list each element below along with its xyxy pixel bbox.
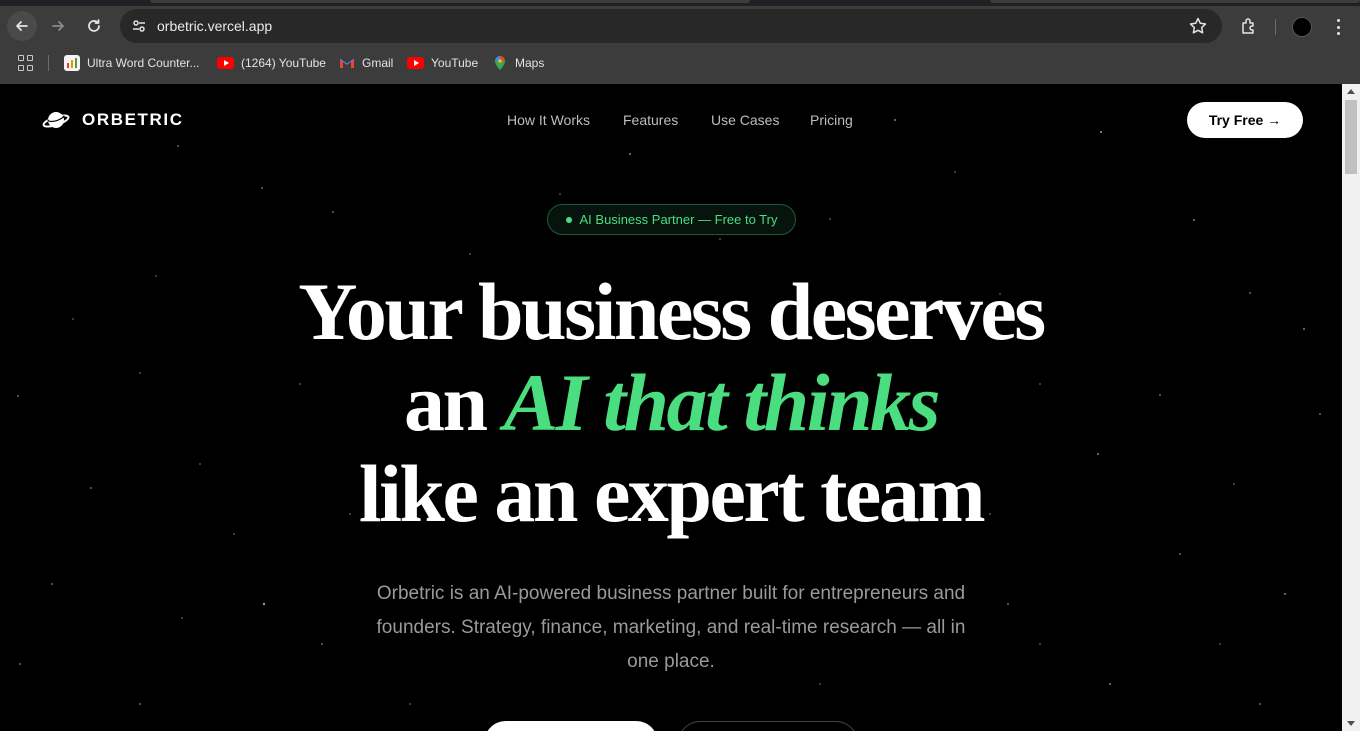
apps-grid-icon[interactable] — [18, 55, 34, 71]
scroll-up-arrow-icon[interactable] — [1347, 89, 1355, 94]
bookmark-ultra-word-counter[interactable]: Ultra Word Counter... — [64, 54, 200, 72]
forward-arrow-icon — [52, 21, 64, 31]
nav-link-use-cases[interactable]: Use Cases — [711, 112, 779, 128]
forward-button[interactable] — [43, 11, 73, 41]
bookmark-gmail[interactable]: Gmail — [339, 54, 393, 72]
profile-avatar[interactable] — [1292, 17, 1312, 37]
hero-badge: AI Business Partner — Free to Try — [547, 204, 796, 235]
bookmark-label: Gmail — [362, 56, 394, 70]
hero-subtitle: Orbetric is an AI-powered business partn… — [376, 583, 966, 672]
headline-line-1: Your business deserves — [298, 266, 1046, 357]
web-page: ORBETRIC How It Works Features Use Cases… — [0, 84, 1342, 731]
bookmark-label: YouTube — [431, 56, 479, 70]
brand-name: ORBETRIC — [82, 110, 184, 129]
address-bar[interactable]: orbetric.vercel.app — [120, 9, 1222, 43]
youtube-favicon — [407, 57, 424, 69]
bookmark-maps[interactable]: Maps — [492, 54, 544, 72]
back-button[interactable] — [7, 11, 37, 41]
headline-line-2: an AI that thinks — [0, 357, 1342, 448]
bookmark-label: Maps — [515, 56, 545, 70]
scroll-down-arrow-icon[interactable] — [1347, 721, 1355, 726]
bookmark-label: Ultra Word Counter... — [87, 56, 200, 70]
back-arrow-icon — [16, 21, 28, 31]
maps-favicon — [492, 55, 508, 71]
headline-line-2-prefix: an — [403, 357, 488, 448]
nav-link-pricing[interactable]: Pricing — [810, 112, 853, 128]
nav-link-how-it-works[interactable]: How It Works — [507, 112, 590, 128]
extensions-icon[interactable] — [1237, 14, 1261, 38]
primary-cta-button[interactable] — [484, 721, 658, 731]
bookmark-star-icon[interactable] — [1188, 16, 1208, 36]
bookmarks-bar: Ultra Word Counter... (1264) YouTube Gma… — [0, 48, 1360, 78]
scrollbar-thumb[interactable] — [1345, 100, 1357, 174]
secondary-cta-button[interactable] — [678, 721, 858, 731]
nav-link-features[interactable]: Features — [623, 112, 678, 128]
toolbar-divider — [1275, 19, 1276, 35]
headline-line-3: like an expert team — [358, 448, 986, 539]
brand-logo[interactable]: ORBETRIC — [42, 108, 184, 132]
browser-toolbar: orbetric.vercel.app — [0, 6, 1360, 48]
status-dot — [565, 216, 572, 223]
browser-chrome: orbetric.vercel.app Ultra Word Counter..… — [0, 0, 1360, 84]
ultra-word-counter-favicon — [64, 55, 80, 71]
planet-icon — [42, 112, 70, 128]
site-settings-icon[interactable] — [128, 15, 150, 37]
headline-accent: AI that thinks — [503, 357, 941, 448]
browser-menu-icon[interactable] — [1330, 16, 1346, 38]
tab-edge[interactable] — [990, 0, 1360, 3]
bookmark-label: (1264) YouTube — [241, 56, 326, 70]
url-text[interactable]: orbetric.vercel.app — [157, 18, 272, 34]
try-free-button[interactable]: Try Free → — [1187, 102, 1303, 138]
bookmarks-divider — [48, 55, 49, 71]
youtube-favicon — [217, 57, 234, 69]
badge-text: AI Business Partner — Free to Try — [579, 212, 778, 227]
active-tab-edge[interactable] — [150, 0, 750, 3]
reload-icon — [88, 19, 100, 32]
bookmark-youtube[interactable]: YouTube — [407, 54, 478, 72]
gmail-favicon — [339, 55, 355, 71]
hero-headline: Your business deserves an AI that thinks… — [0, 266, 1342, 539]
reload-button[interactable] — [79, 11, 109, 41]
page-scrollbar[interactable] — [1342, 84, 1360, 731]
bookmark-youtube-1264[interactable]: (1264) YouTube — [217, 54, 326, 72]
